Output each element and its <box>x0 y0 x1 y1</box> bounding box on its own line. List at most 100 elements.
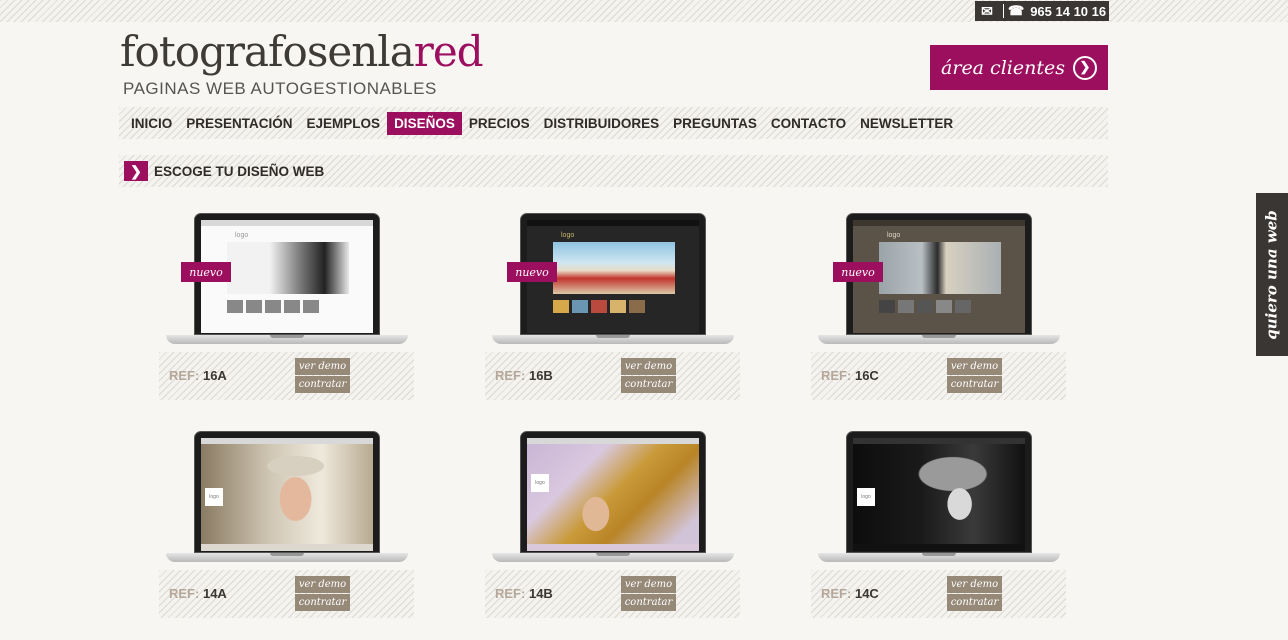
card-info: REF: 16B ver demo contratar <box>485 352 740 400</box>
area-clientes-button[interactable]: área clientes ❯ <box>930 45 1108 90</box>
section-title: ESCOGE TU DISEÑO WEB <box>154 163 325 179</box>
screen-logo: logo <box>205 488 223 506</box>
screen-thumbs <box>227 300 319 313</box>
mail-icon[interactable]: ✉ <box>975 3 999 20</box>
nav-item-inicio[interactable]: INICIO <box>124 112 179 135</box>
nav-item-disenos[interactable]: DISEÑOS <box>387 111 462 135</box>
laptop-base <box>166 335 408 344</box>
screen-photo <box>527 444 699 544</box>
screen-photo <box>853 444 1025 544</box>
screen-photo <box>201 444 373 544</box>
ref: REF: 14C <box>821 586 879 601</box>
site-logo[interactable]: fotografosenlared <box>120 27 484 76</box>
tagline: PAGINAS WEB AUTOGESTIONABLES <box>123 79 437 98</box>
laptop-preview[interactable]: logo nuevo <box>485 213 740 348</box>
arrow-right-icon: ❯ <box>1072 55 1097 80</box>
ver-demo-button[interactable]: ver demo <box>295 358 350 375</box>
main-nav: INICIO PRESENTACIÓN EJEMPLOS DISEÑOS PRE… <box>119 107 1108 139</box>
contact-box: ✉ ☎ 965 14 10 16 <box>975 1 1109 21</box>
laptop-preview[interactable]: logo nuevo <box>811 213 1066 348</box>
screen-preview: logo <box>201 438 373 551</box>
screen-logo: logo <box>561 232 575 239</box>
contratar-button[interactable]: contratar <box>295 376 350 393</box>
laptop-base <box>492 553 734 562</box>
nav-item-precios[interactable]: PRECIOS <box>462 112 537 135</box>
contratar-button[interactable]: contratar <box>947 594 1002 611</box>
ver-demo-button[interactable]: ver demo <box>295 576 350 593</box>
nav-item-ejemplos[interactable]: EJEMPLOS <box>300 112 388 135</box>
phone-number: 965 14 10 16 <box>1030 3 1107 19</box>
ref: REF: 16B <box>495 368 553 383</box>
design-card: logo nuevo REF: 16C ver demo contratar <box>811 213 1066 400</box>
side-tab-label: quiero una web <box>1263 209 1281 340</box>
ver-demo-button[interactable]: ver demo <box>947 358 1002 375</box>
screen-logo: logo <box>857 488 875 506</box>
card-info: REF: 14B ver demo contratar <box>485 570 740 618</box>
new-badge: nuevo <box>507 262 557 282</box>
design-card: logo REF: 14C ver demo contratar <box>811 431 1066 618</box>
screen-hero-image <box>227 242 349 294</box>
screen-topbar <box>853 220 1025 226</box>
design-card: logo nuevo REF: 16A ver demo contratar <box>159 213 414 400</box>
card-info: REF: 14A ver demo contratar <box>159 570 414 618</box>
laptop-base <box>818 335 1060 344</box>
screen-logo: logo <box>235 232 249 239</box>
nav-item-distribuidores[interactable]: DISTRIBUIDORES <box>537 112 667 135</box>
laptop-preview[interactable]: logo nuevo <box>159 213 414 348</box>
laptop-preview[interactable]: logo <box>159 431 414 566</box>
screen-hero-image <box>879 242 1001 294</box>
contratar-button[interactable]: contratar <box>295 594 350 611</box>
ref-value: 16A <box>202 368 227 383</box>
screen-logo: logo <box>531 474 549 492</box>
contratar-button[interactable]: contratar <box>621 376 676 393</box>
new-badge: nuevo <box>181 262 231 282</box>
screen-preview: logo <box>527 438 699 551</box>
phone-icon: ☎ <box>1008 3 1025 18</box>
ref-value: 14B <box>528 586 553 601</box>
laptop-preview[interactable]: logo <box>811 431 1066 566</box>
ref-value: 16B <box>528 368 553 383</box>
ref: REF: 14B <box>495 586 553 601</box>
nav-item-newsletter[interactable]: NEWSLETTER <box>853 112 960 135</box>
card-info: REF: 16A ver demo contratar <box>159 352 414 400</box>
design-card: logo nuevo REF: 16B ver demo contratar <box>485 213 740 400</box>
contratar-button[interactable]: contratar <box>947 376 1002 393</box>
screen-topbar <box>201 220 373 226</box>
logo-text: fotografosenla <box>120 27 415 76</box>
contratar-button[interactable]: contratar <box>621 594 676 611</box>
laptop-base <box>818 553 1060 562</box>
card-info: REF: 14C ver demo contratar <box>811 570 1066 618</box>
ref-label: REF: <box>495 586 526 601</box>
section-header: ❯ ESCOGE TU DISEÑO WEB <box>119 155 1108 187</box>
nav-item-presentacion[interactable]: PRESENTACIÓN <box>179 112 299 135</box>
screen-thumbs <box>553 300 645 313</box>
ver-demo-button[interactable]: ver demo <box>621 576 676 593</box>
laptop-preview[interactable]: logo <box>485 431 740 566</box>
ver-demo-button[interactable]: ver demo <box>621 358 676 375</box>
screen-topbar <box>527 220 699 226</box>
screen-logo: logo <box>887 232 901 239</box>
laptop-base <box>166 553 408 562</box>
design-card: logo REF: 14B ver demo contratar <box>485 431 740 618</box>
quiero-una-web-tab[interactable]: quiero una web <box>1256 193 1288 356</box>
ref-label: REF: <box>169 368 200 383</box>
nav-item-contacto[interactable]: CONTACTO <box>764 112 853 135</box>
ref-value: 16C <box>854 368 879 383</box>
ref-value: 14C <box>854 586 879 601</box>
screen-preview: logo <box>853 438 1025 551</box>
divider <box>1003 4 1004 18</box>
logo-accent-text: red <box>413 27 484 76</box>
new-badge: nuevo <box>833 262 883 282</box>
ref-label: REF: <box>821 586 852 601</box>
laptop-base <box>492 335 734 344</box>
ver-demo-button[interactable]: ver demo <box>947 576 1002 593</box>
ref: REF: 16C <box>821 368 879 383</box>
screen-thumbs <box>879 300 971 313</box>
nav-item-preguntas[interactable]: PREGUNTAS <box>666 112 764 135</box>
ref-value: 14A <box>202 586 227 601</box>
ref: REF: 14A <box>169 586 227 601</box>
design-card: logo REF: 14A ver demo contratar <box>159 431 414 618</box>
area-clientes-label: área clientes <box>941 56 1065 79</box>
ref: REF: 16A <box>169 368 227 383</box>
ref-label: REF: <box>495 368 526 383</box>
